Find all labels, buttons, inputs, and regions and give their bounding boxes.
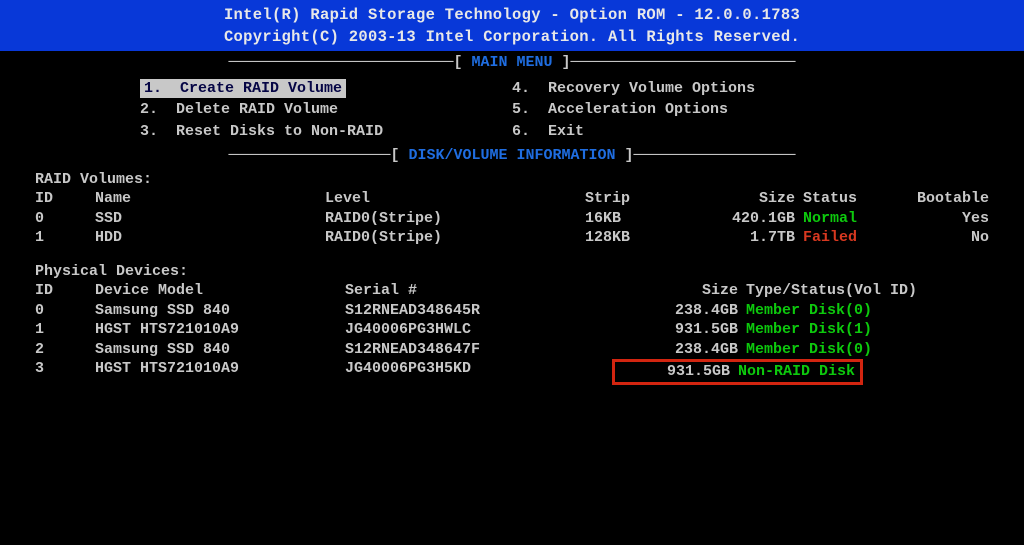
raid-row[interactable]: 1 HDD RAID0(Stripe) 128KB 1.7TB Failed N…	[35, 228, 989, 248]
menu-item-recovery[interactable]: 4. Recovery Volume Options	[512, 78, 884, 100]
raid-hdr-boot: Bootable	[898, 189, 989, 209]
status-badge: Failed	[803, 228, 898, 248]
raid-hdr-id: ID	[35, 189, 95, 209]
disk-info-title: DISK/VOLUME INFORMATION	[408, 147, 615, 164]
highlight-annotation: 931.5GBNon-RAID Disk	[612, 359, 863, 385]
raid-header-row: ID Name Level Strip Size Status Bootable	[35, 189, 989, 209]
raid-hdr-strip: Strip	[585, 189, 685, 209]
main-menu-title-row: ─────────────────────────[ MAIN MENU ]──…	[0, 51, 1024, 75]
disk-info-title-row: ──────────────────[ DISK/VOLUME INFORMAT…	[0, 144, 1024, 168]
menu-item-create-raid[interactable]: 1. Create RAID Volume	[140, 78, 512, 100]
header-bar: Intel(R) Rapid Storage Technology - Opti…	[0, 0, 1024, 51]
header-copyright: Copyright(C) 2003-13 Intel Corporation. …	[0, 26, 1024, 48]
raid-hdr-level: Level	[325, 189, 585, 209]
main-menu-title: MAIN MENU	[471, 54, 552, 71]
status-badge: Member Disk(0)	[746, 301, 989, 321]
status-badge: Member Disk(0)	[746, 340, 989, 360]
main-menu: 1. Create RAID Volume 2. Delete RAID Vol…	[0, 75, 1024, 145]
physical-row[interactable]: 3 HGST HTS721010A9 JG40006PG3H5KD 931.5G…	[35, 359, 989, 385]
phys-hdr-size: Size	[620, 281, 746, 301]
status-badge: Normal	[803, 209, 898, 229]
raid-volumes-table: ID Name Level Strip Size Status Bootable…	[35, 189, 989, 248]
phys-hdr-status: Type/Status(Vol ID)	[746, 281, 989, 301]
raid-hdr-size: Size	[685, 189, 803, 209]
phys-hdr-id: ID	[35, 281, 95, 301]
menu-item-delete-raid[interactable]: 2. Delete RAID Volume	[140, 99, 512, 121]
status-badge: Non-RAID Disk	[738, 363, 855, 380]
menu-item-reset-disks[interactable]: 3. Reset Disks to Non-RAID	[140, 121, 512, 143]
raid-hdr-status: Status	[803, 189, 898, 209]
raid-row[interactable]: 0 SSD RAID0(Stripe) 16KB 420.1GB Normal …	[35, 209, 989, 229]
physical-devices-label: Physical Devices:	[35, 262, 989, 282]
phys-hdr-serial: Serial #	[345, 281, 620, 301]
physical-devices-table: ID Device Model Serial # Size Type/Statu…	[35, 281, 989, 385]
physical-row[interactable]: 2 Samsung SSD 840 S12RNEAD348647F 238.4G…	[35, 340, 989, 360]
menu-item-exit[interactable]: 6. Exit	[512, 121, 884, 143]
phys-hdr-model: Device Model	[95, 281, 345, 301]
raid-hdr-name: Name	[95, 189, 325, 209]
status-badge: Member Disk(1)	[746, 320, 989, 340]
raid-volumes-label: RAID Volumes:	[35, 170, 989, 190]
physical-row[interactable]: 1 HGST HTS721010A9 JG40006PG3HWLC 931.5G…	[35, 320, 989, 340]
content-area: RAID Volumes: ID Name Level Strip Size S…	[0, 168, 1024, 387]
header-title: Intel(R) Rapid Storage Technology - Opti…	[0, 4, 1024, 26]
physical-header-row: ID Device Model Serial # Size Type/Statu…	[35, 281, 989, 301]
menu-item-acceleration[interactable]: 5. Acceleration Options	[512, 99, 884, 121]
physical-row[interactable]: 0 Samsung SSD 840 S12RNEAD348645R 238.4G…	[35, 301, 989, 321]
